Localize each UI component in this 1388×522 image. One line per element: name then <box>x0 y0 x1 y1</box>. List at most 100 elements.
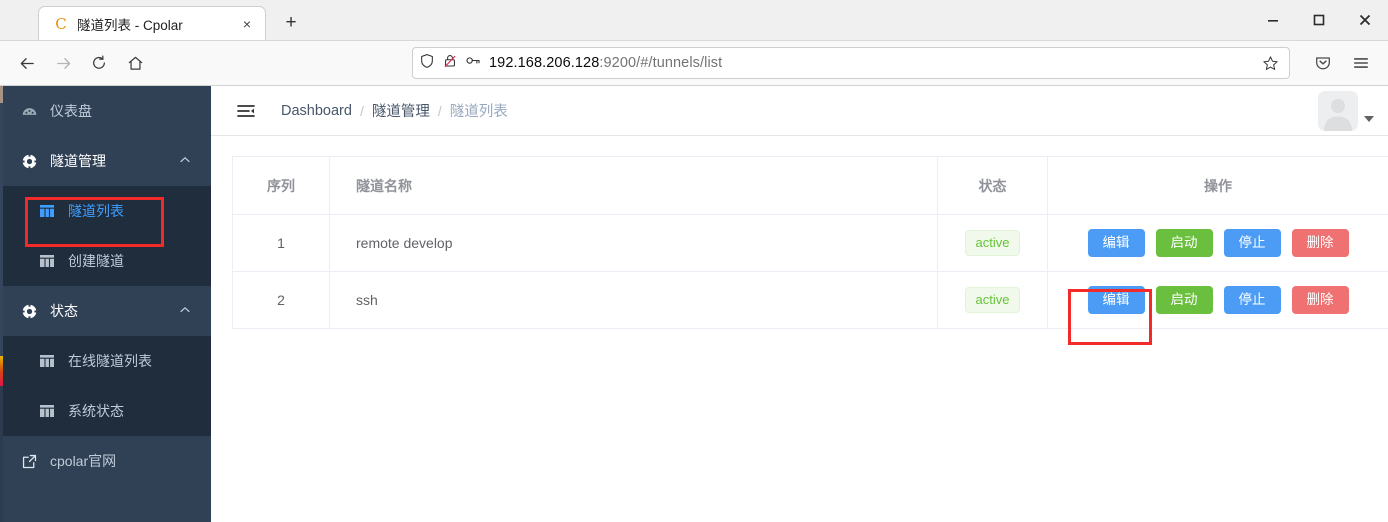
compass-icon <box>20 302 38 320</box>
operations-group: 编辑 启动 停止 删除 <box>1048 286 1388 314</box>
url-bar[interactable]: 192.168.206.128:9200/#/tunnels/list <box>412 47 1290 79</box>
shield-icon[interactable] <box>419 53 435 74</box>
table-icon <box>38 202 56 220</box>
window-close-icon[interactable] <box>1342 0 1388 40</box>
stop-button[interactable]: 停止 <box>1223 229 1281 257</box>
url-host: 192.168.206.128 <box>489 55 600 71</box>
sidebar-item-system-status[interactable]: 系统状态 <box>0 386 211 436</box>
broken-lock-icon[interactable] <box>442 53 458 74</box>
key-icon[interactable] <box>465 52 482 74</box>
column-header-name: 隧道名称 <box>329 156 938 215</box>
sidebar-item-create-tunnel[interactable]: 创建隧道 <box>0 236 211 286</box>
table-header-row: 序列 隧道名称 状态 操作 <box>232 156 1388 215</box>
page-content: 序列 隧道名称 状态 操作 1 remote develop active 编辑… <box>211 136 1388 522</box>
cell-tunnel-name: remote develop <box>329 214 938 272</box>
breadcrumb-item-dashboard[interactable]: Dashboard <box>281 103 352 119</box>
start-button[interactable]: 启动 <box>1155 229 1213 257</box>
sidebar-item-label: cpolar官网 <box>50 453 117 469</box>
cell-index: 1 <box>232 214 330 272</box>
forward-arrow-icon[interactable] <box>46 47 80 79</box>
breadcrumb-item-tunnel-management[interactable]: 隧道管理 <box>372 100 430 121</box>
sidebar-group-label: 状态 <box>50 303 78 319</box>
tab-favicon-icon: C <box>55 14 67 33</box>
table-row: 2 ssh active 编辑 启动 停止 删除 <box>232 271 1388 329</box>
sidebar-item-label: 创建隧道 <box>68 253 124 269</box>
stop-button[interactable]: 停止 <box>1223 286 1281 314</box>
collapse-menu-icon[interactable] <box>235 100 257 122</box>
new-tab-button[interactable]: + <box>276 8 306 38</box>
cell-tunnel-name: ssh <box>329 271 938 329</box>
sidebar-item-online-tunnel-list[interactable]: 在线隧道列表 <box>0 336 211 386</box>
cell-state: active <box>937 214 1048 272</box>
table-icon <box>38 352 56 370</box>
close-icon[interactable]: × <box>237 14 257 34</box>
url-path: :9200/#/tunnels/list <box>599 55 723 71</box>
sidebar-group-status[interactable]: 状态 <box>0 286 211 336</box>
sidebar-item-dashboard[interactable]: 仪表盘 <box>0 86 211 136</box>
avatar[interactable] <box>1318 90 1358 131</box>
cell-operations: 编辑 启动 停止 删除 <box>1047 271 1388 329</box>
sidebar: 仪表盘 隧道管理 隧道列表 创建隧道 状态 在线隧道列表 系统状态 cpolar… <box>0 86 211 522</box>
sidebar-item-label: 仪表盘 <box>50 103 92 119</box>
star-icon[interactable] <box>1257 50 1283 76</box>
start-button[interactable]: 启动 <box>1155 286 1213 314</box>
sidebar-item-label: 在线隧道列表 <box>68 353 152 369</box>
home-icon[interactable] <box>118 47 152 79</box>
external-link-icon <box>20 452 38 470</box>
sidebar-submenu-tunnel-management: 隧道列表 创建隧道 <box>0 186 211 286</box>
chevron-up-icon <box>179 153 191 169</box>
browser-titlebar: C 隧道列表 - Cpolar × + <box>0 0 1388 41</box>
table-icon <box>38 402 56 420</box>
user-menu[interactable] <box>1318 90 1374 131</box>
operations-group: 编辑 启动 停止 删除 <box>1048 229 1388 257</box>
edit-button[interactable]: 编辑 <box>1087 286 1145 314</box>
cell-index: 2 <box>232 271 330 329</box>
hamburger-menu-icon[interactable] <box>1344 47 1378 79</box>
compass-icon <box>20 152 38 170</box>
status-badge: active <box>964 230 1021 256</box>
main-content: Dashboard / 隧道管理 / 隧道列表 序列 隧道名称 状态 操作 1 … <box>211 86 1388 522</box>
browser-navbar: 192.168.206.128:9200/#/tunnels/list <box>0 41 1388 86</box>
table-header: 序列 隧道名称 状态 操作 <box>232 156 1388 215</box>
column-header-index: 序列 <box>232 156 330 215</box>
sidebar-item-cpolar-website[interactable]: cpolar官网 <box>0 436 211 486</box>
dashboard-icon <box>20 102 38 120</box>
table-row: 1 remote develop active 编辑 启动 停止 删除 <box>232 214 1388 272</box>
delete-button[interactable]: 删除 <box>1291 286 1349 314</box>
maximize-icon[interactable] <box>1296 0 1342 40</box>
breadcrumb-separator: / <box>437 102 442 119</box>
sidebar-item-label: 隧道列表 <box>68 203 124 219</box>
table-icon <box>38 252 56 270</box>
sidebar-item-label: 系统状态 <box>68 403 124 419</box>
sidebar-submenu-status: 在线隧道列表 系统状态 <box>0 336 211 436</box>
reload-icon[interactable] <box>82 47 116 79</box>
browser-window: C 隧道列表 - Cpolar × + 192.168.206.128:9200… <box>0 0 1388 522</box>
chevron-down-icon[interactable] <box>1364 115 1374 122</box>
pocket-icon[interactable] <box>1306 47 1340 79</box>
table-body: 1 remote develop active 编辑 启动 停止 删除 2 ss… <box>232 214 1388 329</box>
status-badge: active <box>964 287 1021 313</box>
minimize-icon[interactable] <box>1250 0 1296 40</box>
tunnels-table: 序列 隧道名称 状态 操作 1 remote develop active 编辑… <box>232 156 1388 329</box>
cell-operations: 编辑 启动 停止 删除 <box>1047 214 1388 272</box>
topbar: Dashboard / 隧道管理 / 隧道列表 <box>211 86 1388 136</box>
sidebar-group-tunnel-management[interactable]: 隧道管理 <box>0 136 211 186</box>
tab-title: 隧道列表 - Cpolar <box>77 17 183 33</box>
breadcrumb: Dashboard / 隧道管理 / 隧道列表 <box>281 100 508 121</box>
column-header-operations: 操作 <box>1047 156 1388 215</box>
edit-button[interactable]: 编辑 <box>1087 229 1145 257</box>
back-arrow-icon[interactable] <box>10 47 44 79</box>
sidebar-item-tunnel-list[interactable]: 隧道列表 <box>0 186 211 236</box>
breadcrumb-separator: / <box>359 102 364 119</box>
delete-button[interactable]: 删除 <box>1291 229 1349 257</box>
breadcrumb-item-tunnel-list: 隧道列表 <box>449 104 508 120</box>
url-text[interactable]: 192.168.206.128:9200/#/tunnels/list <box>489 55 1250 71</box>
column-header-state: 状态 <box>937 156 1048 215</box>
sidebar-group-label: 隧道管理 <box>50 153 106 169</box>
chevron-up-icon <box>179 303 191 319</box>
cell-state: active <box>937 271 1048 329</box>
window-controls <box>1250 0 1388 40</box>
browser-toolbar-right <box>1306 47 1378 79</box>
web-page: 仪表盘 隧道管理 隧道列表 创建隧道 状态 在线隧道列表 系统状态 cpolar… <box>0 86 1388 522</box>
browser-tab[interactable]: C 隧道列表 - Cpolar × <box>38 6 266 40</box>
